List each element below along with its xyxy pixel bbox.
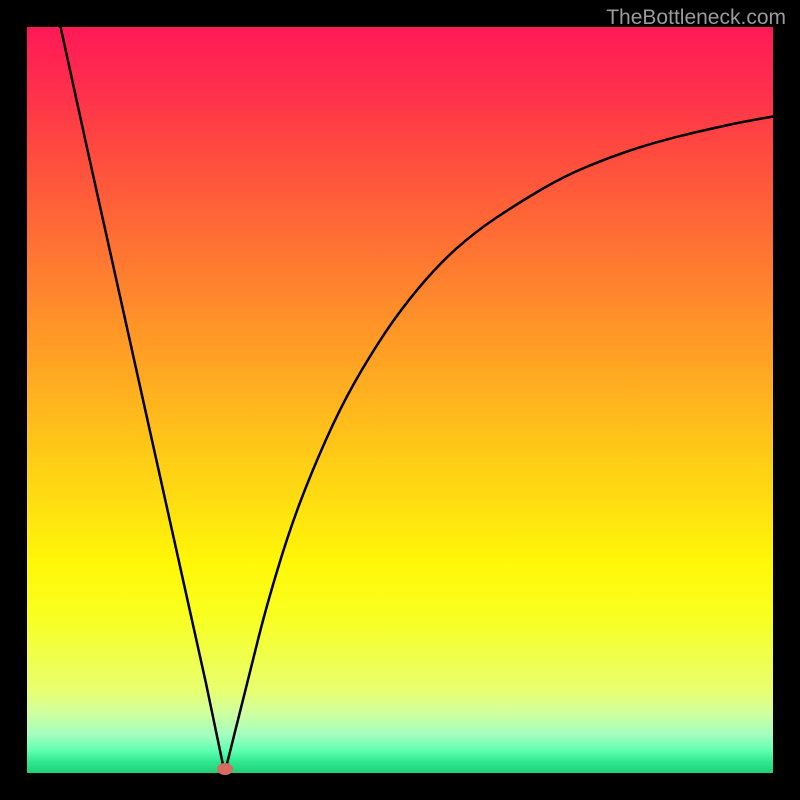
bottleneck-curve	[27, 27, 773, 773]
chart-plot-area	[27, 27, 773, 773]
watermark: TheBottleneck.com	[606, 6, 786, 30]
minimum-marker-dot	[217, 763, 233, 775]
